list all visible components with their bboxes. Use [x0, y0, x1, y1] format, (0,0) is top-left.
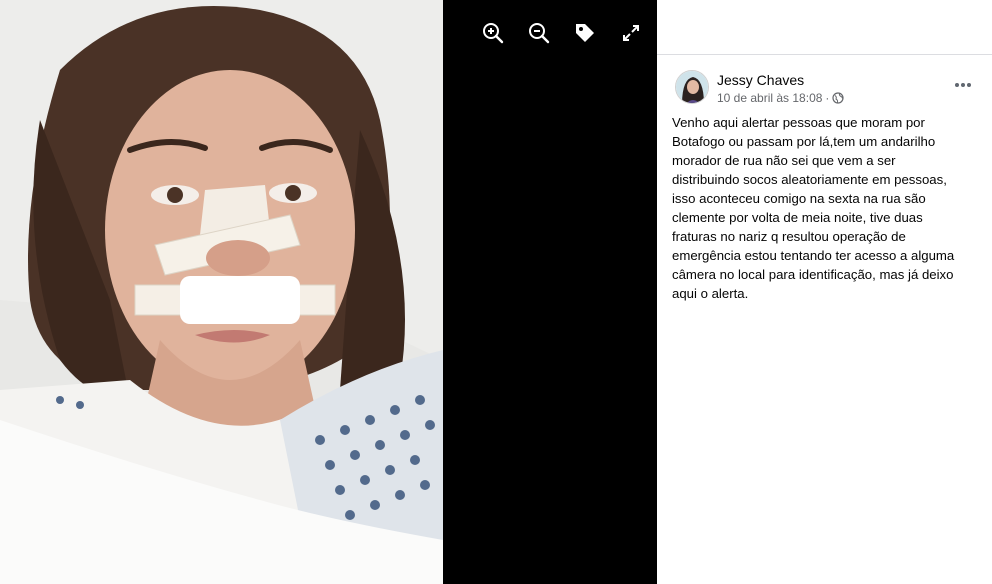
- zoom-out-icon: [529, 23, 550, 44]
- post-text-line: câmera no local para identificação, mas …: [672, 267, 954, 282]
- fullscreen-button[interactable]: [614, 20, 648, 46]
- post-text-line: isso aconteceu comigo na sexta na rua sã…: [672, 191, 926, 206]
- post-text-line: aqui o alerta.: [672, 286, 749, 301]
- post-text-line: Botafogo ou passam por lá,tem um andaril…: [672, 134, 936, 149]
- expand-icon: [623, 25, 639, 41]
- zoom-in-button[interactable]: [476, 20, 510, 46]
- zoom-in-icon: [483, 23, 504, 44]
- globe-icon: [832, 92, 845, 104]
- post-panel: Jessy Chaves 10 de abril às 18:08 · Venh…: [657, 0, 992, 584]
- post-text: Venho aqui alertar pessoas que moram por…: [672, 113, 977, 303]
- post-text-line: distribuindo socos aleatoriamente em pes…: [672, 172, 947, 187]
- viewer-toolbar: [476, 20, 648, 46]
- post-text-line: Venho aqui alertar pessoas que moram por: [672, 115, 925, 130]
- avatar-image: [676, 71, 708, 103]
- meta-separator: ·: [825, 91, 830, 105]
- photo-image: [0, 0, 443, 584]
- author-name[interactable]: Jessy Chaves: [717, 72, 804, 88]
- post-meta: 10 de abril às 18:08 ·: [717, 91, 845, 105]
- tag-icon: [576, 24, 594, 42]
- photo-viewer: [0, 0, 657, 584]
- tag-button[interactable]: [568, 20, 602, 46]
- avatar[interactable]: [675, 70, 709, 104]
- post-text-line: morador de rua não sei que vem a ser: [672, 153, 896, 168]
- post-text-line: emergência estou tentando ter acesso a a…: [672, 248, 955, 263]
- post-timestamp[interactable]: 10 de abril às 18:08: [717, 91, 822, 105]
- post-text-line: clemente por volta de meia noite, tive d…: [672, 210, 923, 225]
- zoom-out-button[interactable]: [522, 20, 556, 46]
- post-header: Jessy Chaves 10 de abril às 18:08 ·: [675, 70, 976, 110]
- more-options-button[interactable]: [950, 76, 976, 94]
- post-photo[interactable]: [0, 0, 443, 584]
- panel-topbar: [657, 0, 992, 55]
- post-text-line: fraturas no nariz q resultou operação de: [672, 229, 906, 244]
- more-options-icon: [955, 83, 959, 87]
